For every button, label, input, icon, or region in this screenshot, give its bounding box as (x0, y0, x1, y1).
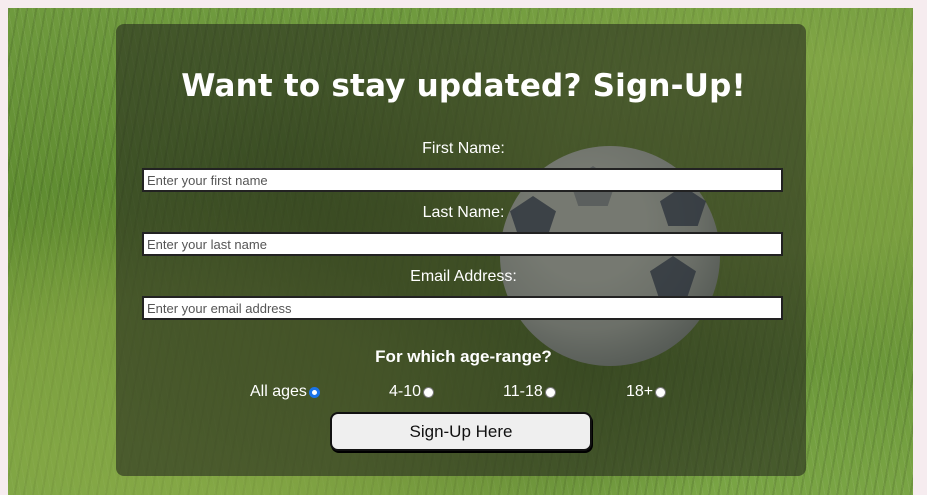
age-option-label: All ages (250, 383, 307, 400)
last-name-input[interactable] (142, 232, 783, 256)
last-name-label: Last Name: (422, 204, 505, 221)
signup-submit-button[interactable]: Sign-Up Here (330, 412, 592, 451)
email-input[interactable] (142, 296, 783, 320)
age-range-heading: For which age-range? (375, 347, 552, 366)
radio-icon[interactable] (544, 386, 556, 398)
radio-selected-icon[interactable] (308, 386, 320, 398)
email-label: Email Address: (410, 268, 517, 285)
age-range-options: All ages 4-10 11-18 18+ (0, 383, 927, 403)
form-title: Want to stay updated? Sign-Up! (181, 68, 746, 104)
age-option-label: 11-18 (503, 383, 543, 400)
radio-icon[interactable] (655, 386, 667, 398)
age-option-all[interactable]: All ages (250, 383, 320, 401)
age-option-label: 4-10 (389, 383, 422, 400)
first-name-label: First Name: (422, 140, 505, 157)
age-option-4-10[interactable]: 4-10 (389, 383, 435, 401)
age-option-label: 18+ (626, 383, 654, 400)
age-option-18-plus[interactable]: 18+ (626, 383, 667, 401)
first-name-input[interactable] (142, 168, 783, 192)
age-option-11-18[interactable]: 11-18 (503, 383, 556, 401)
radio-icon[interactable] (423, 386, 435, 398)
